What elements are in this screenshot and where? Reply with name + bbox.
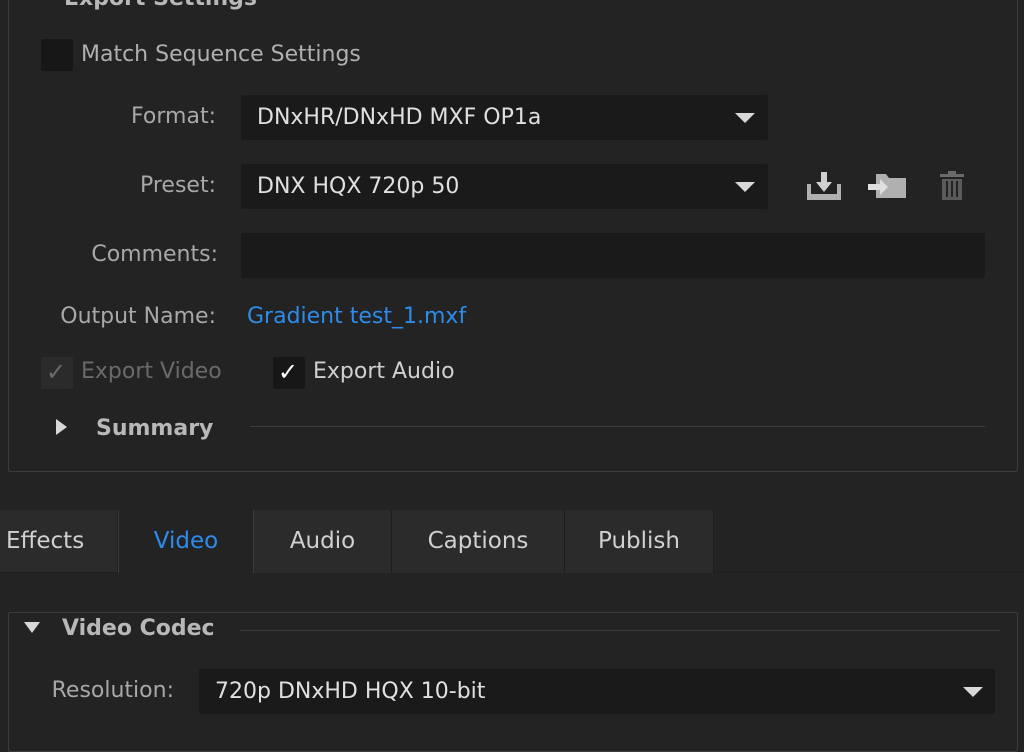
format-dropdown[interactable]: DNxHR/DNxHD MXF OP1a xyxy=(241,95,768,140)
preset-label: Preset: xyxy=(139,173,216,198)
summary-toggle[interactable]: Summary xyxy=(96,416,213,441)
tab-video[interactable]: Video xyxy=(118,510,254,573)
export-video-label: Export Video xyxy=(81,359,222,384)
format-value: DNxHR/DNxHD MXF OP1a xyxy=(257,105,542,130)
chevron-down-icon xyxy=(735,182,755,192)
export-audio-label: Export Audio xyxy=(313,359,455,384)
tab-bar-line xyxy=(0,572,118,573)
export-video-checkbox[interactable] xyxy=(41,357,73,389)
preset-value: DNX HQX 720p 50 xyxy=(257,174,460,199)
tab-video-label: Video xyxy=(153,528,219,554)
resolution-dropdown[interactable]: 720p DNxHD HQX 10-bit xyxy=(199,669,995,714)
expand-arrow-icon[interactable] xyxy=(56,419,67,435)
export-settings-title: Export Settings xyxy=(64,0,257,11)
resolution-value: 720p DNxHD HQX 10-bit xyxy=(215,679,486,704)
comments-input[interactable] xyxy=(241,233,985,278)
summary-divider xyxy=(250,426,985,427)
resolution-label: Resolution: xyxy=(51,678,174,703)
tab-captions[interactable]: Captions xyxy=(392,510,565,573)
tab-captions-label: Captions xyxy=(427,528,529,554)
output-name-label: Output Name: xyxy=(60,304,216,329)
trash-icon[interactable] xyxy=(938,170,966,202)
save-preset-icon[interactable] xyxy=(805,170,843,202)
tab-effects-label: Effects xyxy=(6,528,85,554)
tab-publish[interactable]: Publish xyxy=(565,510,714,573)
format-label: Format: xyxy=(131,104,216,129)
import-preset-icon[interactable] xyxy=(868,170,908,202)
video-codec-toggle[interactable]: Video Codec xyxy=(62,616,225,641)
preset-dropdown[interactable]: DNX HQX 720p 50 xyxy=(241,164,768,209)
tab-bar-line xyxy=(714,572,1024,573)
export-audio-checkbox[interactable] xyxy=(273,357,305,389)
tab-audio[interactable]: Audio xyxy=(254,510,392,573)
tab-publish-label: Publish xyxy=(598,528,680,554)
comments-label: Comments: xyxy=(91,242,218,267)
match-sequence-label: Match Sequence Settings xyxy=(81,42,361,67)
collapse-arrow-icon[interactable] xyxy=(24,622,40,633)
tab-audio-label: Audio xyxy=(289,528,356,554)
output-name-link[interactable]: Gradient test_1.mxf xyxy=(247,304,466,329)
tab-effects[interactable]: Effects xyxy=(0,510,118,573)
chevron-down-icon xyxy=(735,113,755,123)
video-codec-divider xyxy=(240,630,1000,631)
chevron-down-icon xyxy=(963,687,983,697)
match-sequence-checkbox[interactable] xyxy=(41,39,73,71)
